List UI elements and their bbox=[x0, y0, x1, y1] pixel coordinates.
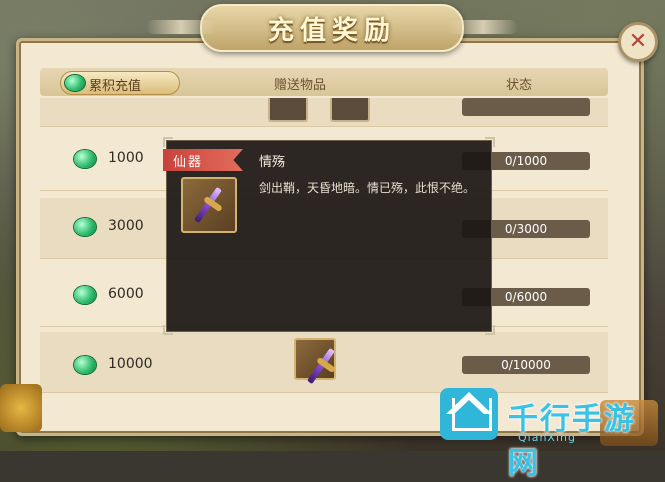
tooltip-item-icon bbox=[181, 177, 237, 233]
tooltip-corner bbox=[163, 325, 173, 335]
reward-item-slot[interactable] bbox=[294, 338, 336, 385]
jade-gem-icon bbox=[74, 150, 96, 168]
reward-item-slot[interactable] bbox=[268, 98, 308, 122]
jade-gem-icon bbox=[65, 75, 85, 91]
tooltip-corner bbox=[163, 137, 173, 147]
tooltip-corner bbox=[485, 137, 495, 147]
item-rarity-label: 仙器 bbox=[173, 155, 204, 170]
recharge-amount: 10000 bbox=[108, 356, 153, 372]
tooltip-corner bbox=[485, 325, 495, 335]
header-col-gifts: 赠送物品 bbox=[274, 78, 327, 93]
panel-title: 充值奖励 bbox=[267, 15, 396, 46]
close-button[interactable]: ✕ bbox=[618, 22, 658, 62]
status-badge: 0/10000 bbox=[462, 356, 590, 374]
item-description: 剑出鞘，天昏地暗。情已殇，此恨不绝。 bbox=[259, 181, 476, 195]
watermark-subtext: QianXing bbox=[518, 431, 576, 444]
table-header: 累积充值 赠送物品 状态 bbox=[40, 68, 608, 96]
title-ornament-right bbox=[448, 20, 518, 34]
header-tab-cumulative[interactable]: 累积充值 bbox=[60, 71, 180, 95]
title-ornament-left bbox=[146, 20, 216, 34]
table-row-partial bbox=[40, 98, 608, 127]
status-badge bbox=[462, 98, 590, 116]
jade-gem-icon bbox=[74, 218, 96, 236]
watermark-logo-icon bbox=[440, 388, 498, 440]
title-plate: 充值奖励 bbox=[146, 4, 518, 52]
header-col-cumulative: 累积充值 bbox=[89, 79, 142, 94]
close-icon: ✕ bbox=[628, 29, 648, 54]
recharge-amount: 6000 bbox=[108, 286, 144, 302]
jade-gem-icon bbox=[74, 356, 96, 374]
recharge-amount: 1000 bbox=[108, 150, 144, 166]
treasure-chest-decoration bbox=[0, 384, 42, 432]
item-name: 情殇 bbox=[259, 155, 286, 170]
house-shape bbox=[452, 398, 492, 431]
reward-item-slot[interactable] bbox=[330, 98, 370, 122]
recharge-amount: 3000 bbox=[108, 218, 144, 234]
item-tooltip: 仙器 情殇 剑出鞘，天昏地暗。情已殇，此恨不绝。 bbox=[163, 137, 495, 335]
item-rarity-tag: 仙器 bbox=[163, 149, 243, 171]
jade-gem-icon bbox=[74, 286, 96, 304]
header-col-status: 状态 bbox=[506, 78, 533, 93]
